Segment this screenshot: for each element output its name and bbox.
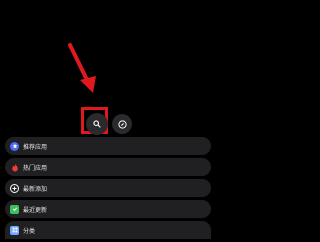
star-icon bbox=[10, 141, 19, 151]
menu-item-popular[interactable]: 热门应用 bbox=[5, 158, 211, 176]
menu-item-label: 最近更新 bbox=[23, 206, 48, 214]
compass-icon bbox=[117, 119, 127, 129]
category-icon bbox=[10, 225, 19, 235]
app-category-menu: 推荐应用 热门应用 最新添加 最近更新 分类 bbox=[5, 137, 211, 242]
discover-button[interactable] bbox=[112, 114, 132, 134]
flame-icon bbox=[10, 163, 19, 172]
search-button[interactable] bbox=[86, 113, 108, 135]
menu-item-label: 最新添加 bbox=[23, 185, 48, 193]
menu-item-label: 分类 bbox=[23, 227, 36, 235]
plus-icon bbox=[10, 183, 19, 193]
menu-item-label: 推荐应用 bbox=[23, 143, 48, 151]
menu-item-recommended[interactable]: 推荐应用 bbox=[5, 137, 211, 155]
search-icon bbox=[93, 120, 101, 128]
menu-item-recently-updated[interactable]: 最近更新 bbox=[5, 200, 211, 218]
annotation-arrow bbox=[68, 43, 96, 93]
menu-item-newly-added[interactable]: 最新添加 bbox=[5, 179, 211, 197]
menu-item-label: 热门应用 bbox=[23, 164, 48, 172]
menu-item-categories[interactable]: 分类 bbox=[5, 221, 211, 239]
update-icon bbox=[10, 204, 19, 214]
